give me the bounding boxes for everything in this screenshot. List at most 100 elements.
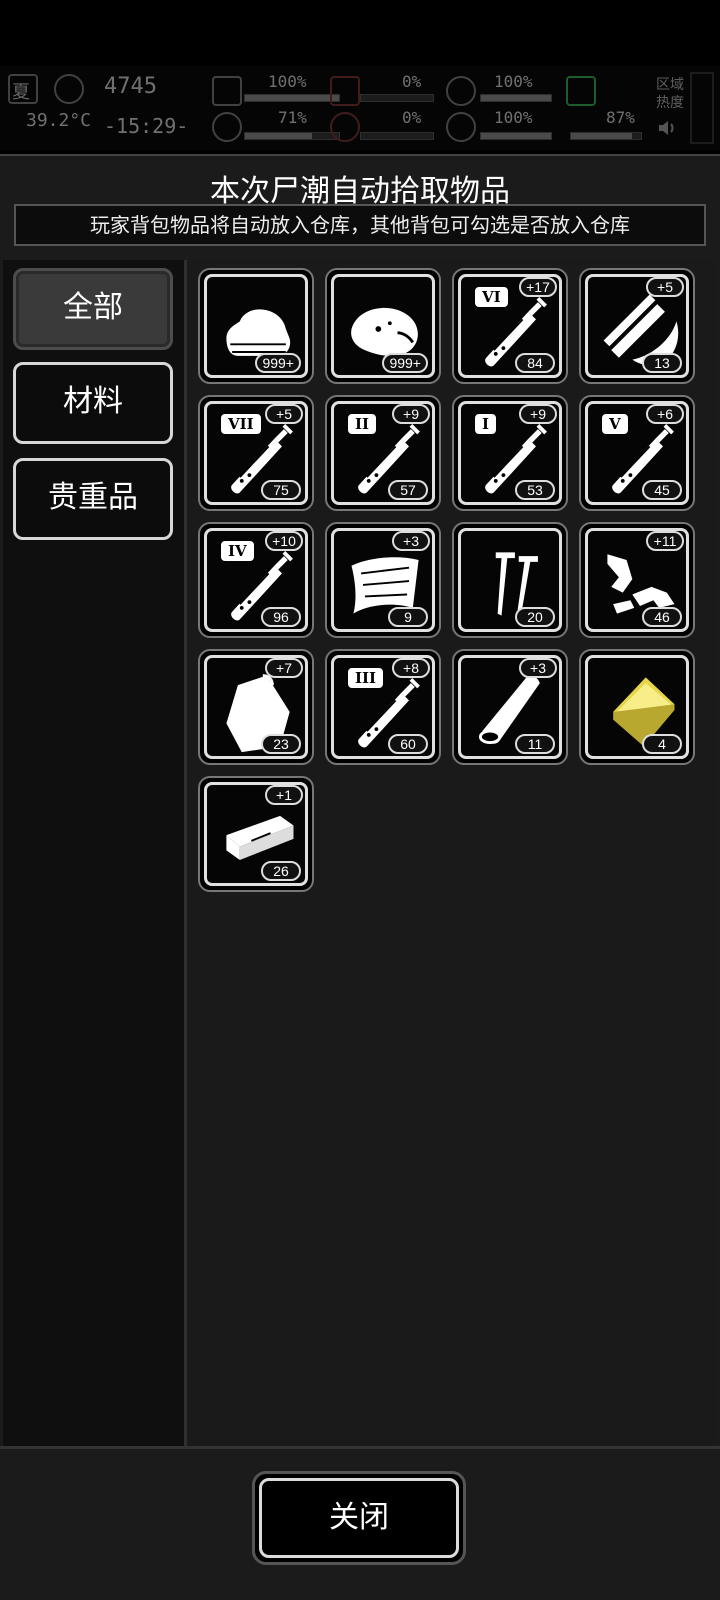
tab-valuables[interactable]: 贵重品 xyxy=(13,458,173,540)
item-slot[interactable]: +5 13 xyxy=(579,268,695,384)
bonus-badge: +6 xyxy=(646,404,684,424)
item-slot[interactable]: 20 xyxy=(452,522,568,638)
item-frame: +11 46 xyxy=(585,528,689,632)
bleed-bar xyxy=(360,132,434,140)
health-bar xyxy=(244,94,340,102)
rank-badge: I xyxy=(475,414,497,434)
rank-badge: II xyxy=(348,414,377,434)
season-label: 夏 xyxy=(12,82,30,103)
item-frame: +7 23 xyxy=(204,655,308,759)
bonus-badge: +8 xyxy=(392,658,430,678)
tab-materials[interactable]: 材料 xyxy=(13,362,173,444)
bleed-icon xyxy=(330,112,360,142)
status-hud: 夏 39.2°C 4745 -15:29- 100% 71% 0% 0% 100… xyxy=(0,66,720,150)
item-count: 20 xyxy=(515,607,555,627)
item-slot[interactable]: +7 23 xyxy=(198,649,314,765)
clock-readout: -15:29- xyxy=(104,114,189,138)
item-count: 4 xyxy=(642,734,682,754)
bleed-value: 0% xyxy=(402,108,422,127)
item-frame: V +6 45 xyxy=(585,401,689,505)
item-frame: +3 11 xyxy=(458,655,562,759)
item-count: 46 xyxy=(642,607,682,627)
health-value: 100% xyxy=(268,72,307,91)
blood-loss-bar xyxy=(360,94,434,102)
heart-bar xyxy=(480,132,552,140)
item-slot[interactable]: +1 26 xyxy=(198,776,314,892)
tab-all[interactable]: 全部 xyxy=(13,268,173,350)
bonus-badge: +9 xyxy=(392,404,430,424)
stomach-value: 100% xyxy=(494,72,533,91)
item-count: 999+ xyxy=(382,353,428,373)
rank-badge: VII xyxy=(221,414,261,434)
zone-heat-label: 区域热度 xyxy=(656,77,684,111)
item-count: 57 xyxy=(388,480,428,500)
item-grid: 999+ 999+ VI +17 84 +5 13 VII +5 75 II +9 57 I +9 53 V +6… xyxy=(190,260,717,1446)
bonus-badge: +3 xyxy=(519,658,557,678)
item-slot[interactable]: III +8 60 xyxy=(325,649,441,765)
stamina-value: 87% xyxy=(606,108,635,127)
item-frame: II +9 57 xyxy=(331,401,435,505)
bonus-badge: +5 xyxy=(646,277,684,297)
bonus-badge: +1 xyxy=(265,785,303,805)
rank-badge: V xyxy=(602,414,628,434)
item-slot[interactable]: +3 11 xyxy=(452,649,568,765)
bonus-badge: +5 xyxy=(265,404,303,424)
bonus-badge: +7 xyxy=(265,658,303,678)
item-frame: +5 13 xyxy=(585,274,689,378)
item-slot[interactable]: I +9 53 xyxy=(452,395,568,511)
bonus-badge: +17 xyxy=(519,277,557,297)
item-slot[interactable]: +11 46 xyxy=(579,522,695,638)
item-count: 96 xyxy=(261,607,301,627)
item-frame: VII +5 75 xyxy=(204,401,308,505)
item-frame: IV +10 96 xyxy=(204,528,308,632)
item-slot[interactable]: V +6 45 xyxy=(579,395,695,511)
rank-badge: III xyxy=(348,668,384,688)
brain-value: 71% xyxy=(278,108,307,127)
item-slot[interactable]: II +9 57 xyxy=(325,395,441,511)
rank-badge: VI xyxy=(475,287,508,307)
item-count: 23 xyxy=(261,734,301,754)
item-slot[interactable]: +3 9 xyxy=(325,522,441,638)
item-count: 26 xyxy=(261,861,301,881)
item-frame: 4 xyxy=(585,655,689,759)
rank-badge: IV xyxy=(221,541,254,561)
close-button-label: 关闭 xyxy=(259,1478,459,1558)
heat-meter xyxy=(690,72,714,144)
item-slot[interactable]: 999+ xyxy=(325,268,441,384)
item-slot[interactable]: IV +10 96 xyxy=(198,522,314,638)
item-count: 9 xyxy=(388,607,428,627)
weather-icon xyxy=(54,74,84,104)
item-count: 75 xyxy=(261,480,301,500)
brain-bar xyxy=(244,132,340,140)
category-sidebar: 全部 材料 贵重品 xyxy=(3,260,187,1446)
item-frame: 999+ xyxy=(204,274,308,378)
day-counter: 4745 xyxy=(104,74,157,99)
bonus-badge: +9 xyxy=(519,404,557,424)
item-count: 84 xyxy=(515,353,555,373)
item-frame: 20 xyxy=(458,528,562,632)
item-slot[interactable]: 999+ xyxy=(198,268,314,384)
heart-icon xyxy=(446,112,476,142)
item-slot[interactable]: VII +5 75 xyxy=(198,395,314,511)
boot-icon xyxy=(566,76,596,106)
temperature-readout: 39.2°C xyxy=(26,110,92,131)
item-count: 11 xyxy=(515,734,555,754)
speaker-icon[interactable] xyxy=(656,116,682,140)
dialog-footer: 关闭 xyxy=(0,1446,720,1600)
brain-icon xyxy=(212,112,242,142)
stomach-bar xyxy=(480,94,552,102)
bonus-badge: +10 xyxy=(265,531,303,551)
bonus-badge: +3 xyxy=(392,531,430,551)
blood-loss-value: 0% xyxy=(402,72,422,91)
item-count: 45 xyxy=(642,480,682,500)
item-frame: I +9 53 xyxy=(458,401,562,505)
item-slot[interactable]: VI +17 84 xyxy=(452,268,568,384)
blood-icon xyxy=(330,76,360,106)
close-button[interactable]: 关闭 xyxy=(252,1471,466,1565)
dialog-subtitle: 玩家背包物品将自动放入仓库，其他背包可勾选是否放入仓库 xyxy=(14,204,706,246)
item-slot[interactable]: 4 xyxy=(579,649,695,765)
item-count: 53 xyxy=(515,480,555,500)
item-frame: VI +17 84 xyxy=(458,274,562,378)
bonus-badge: +11 xyxy=(646,531,684,551)
item-count: 13 xyxy=(642,353,682,373)
